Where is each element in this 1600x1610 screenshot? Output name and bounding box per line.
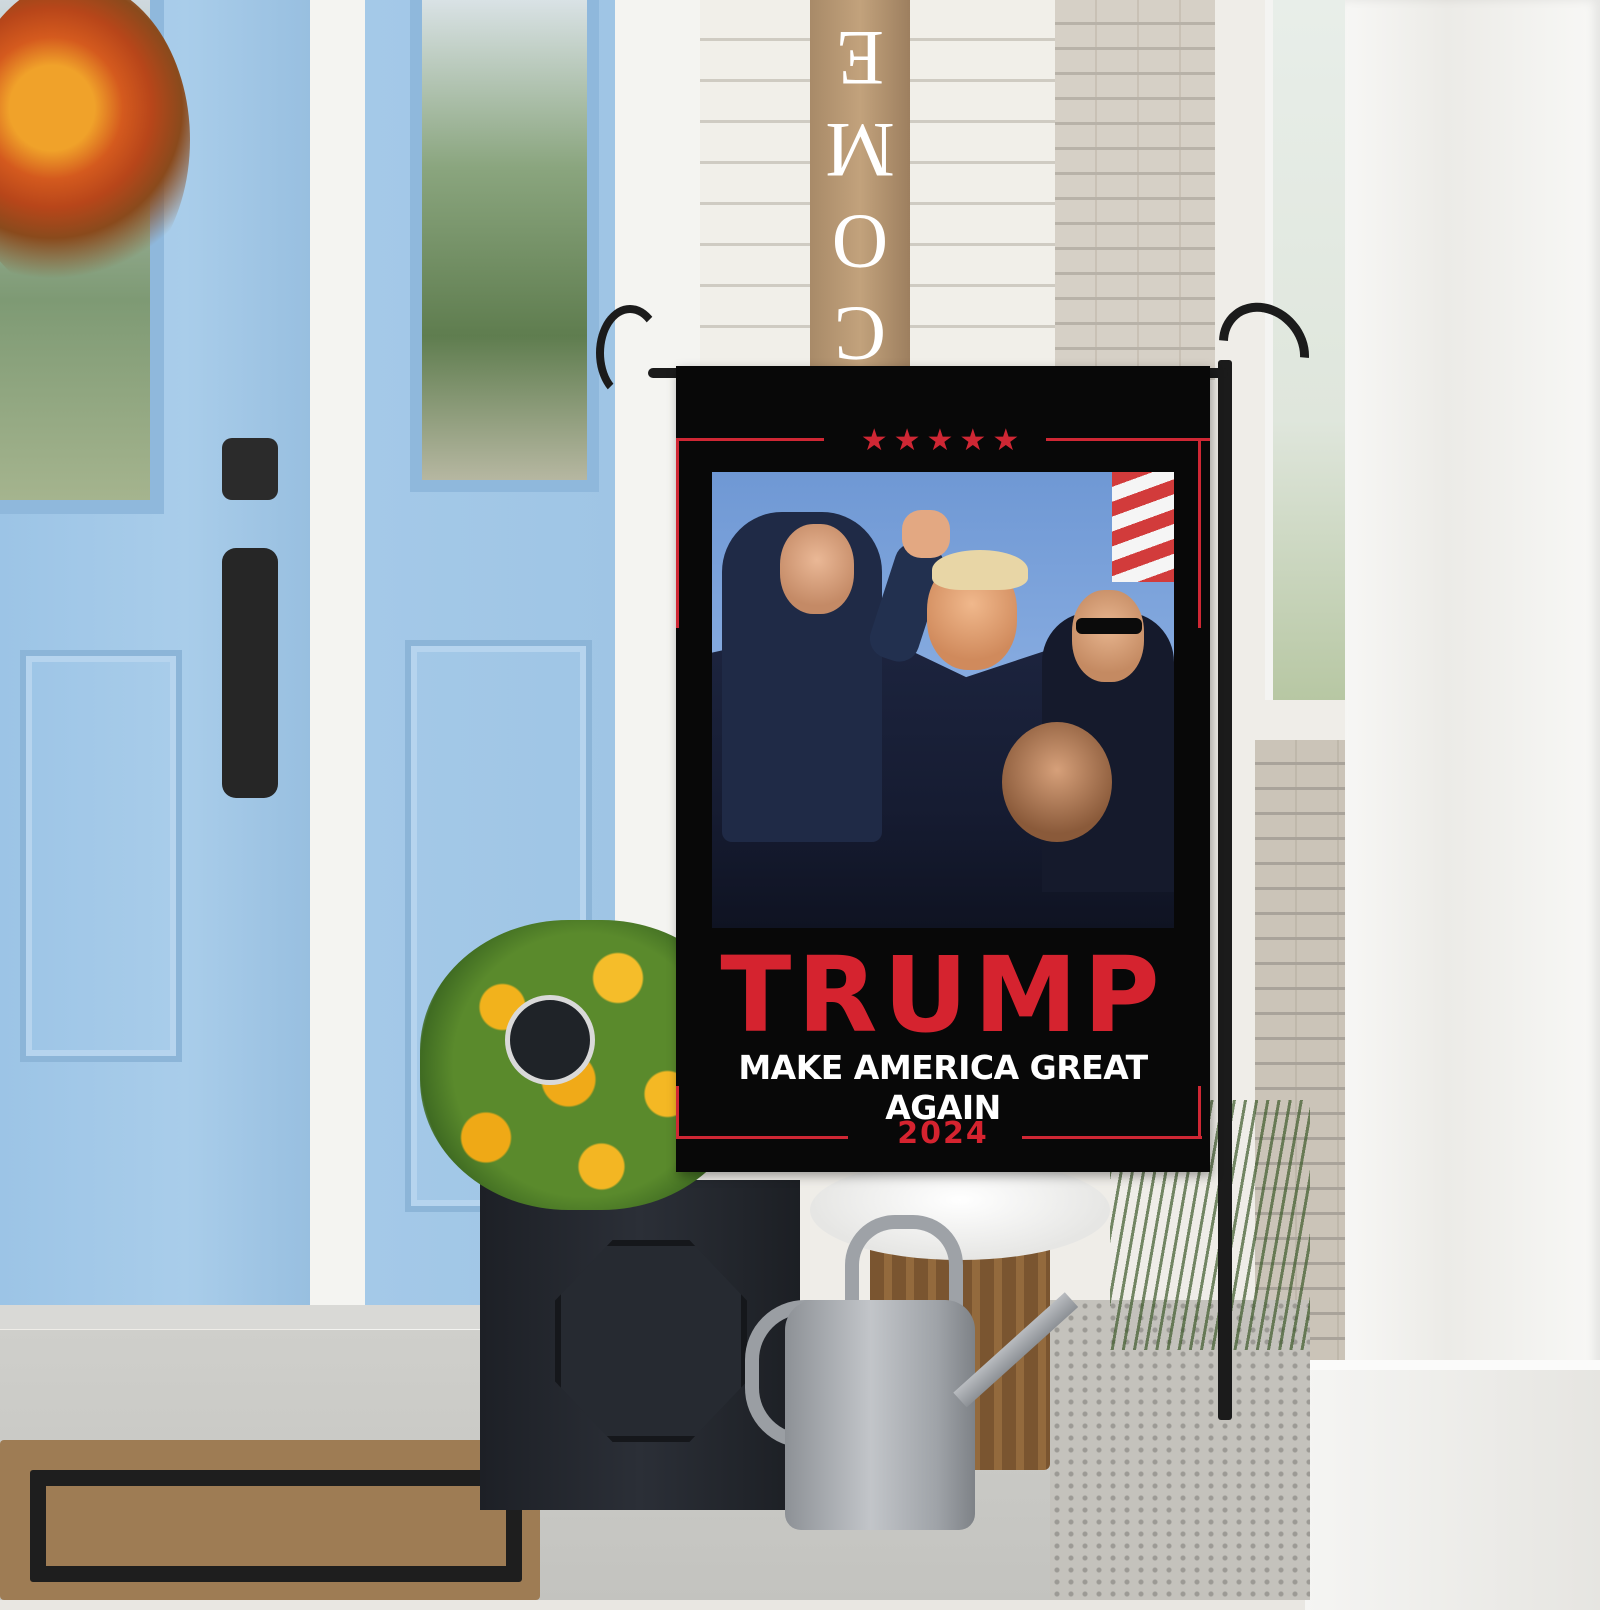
rally-photo xyxy=(712,472,1174,928)
welcome-letter: E xyxy=(836,15,884,102)
door-handle xyxy=(222,548,278,798)
doormat-border xyxy=(30,1470,522,1582)
photo-agent-center-head xyxy=(1002,722,1112,842)
flag-title: TRUMP xyxy=(720,934,1166,1056)
photo-raised-fist xyxy=(902,510,950,558)
photo-us-flag xyxy=(1112,472,1174,582)
door-panel xyxy=(20,650,182,1062)
photo-agent-left-head xyxy=(780,524,854,614)
garden-badge xyxy=(505,995,595,1085)
photo-sunglasses xyxy=(1076,618,1142,634)
welcome-letter: M xyxy=(825,107,895,194)
watering-can xyxy=(785,1300,975,1530)
star-row: ★★★★★ xyxy=(860,424,1026,457)
frame-line-right xyxy=(1198,438,1201,628)
flag-rod-hook xyxy=(596,305,664,401)
welcome-letter: O xyxy=(831,199,889,286)
garden-flag: ★★★★★ TRUMP MAKE AMERICA GREAT AGAIN 202… xyxy=(676,366,1210,1172)
flag-pole xyxy=(1218,360,1232,1420)
porch-column-base xyxy=(1305,1360,1600,1610)
welcome-sign-letters: C O M E xyxy=(810,0,910,380)
frame-line-left xyxy=(676,438,679,628)
photo-center-hair xyxy=(932,550,1028,590)
flag-year: 2024 xyxy=(897,1116,989,1151)
planter-octagon-detail xyxy=(555,1240,747,1442)
photo-agent-right-head xyxy=(1072,590,1144,682)
deadbolt-lock xyxy=(222,438,278,500)
sidelight-window xyxy=(410,0,599,492)
brick-wall xyxy=(1055,0,1215,380)
